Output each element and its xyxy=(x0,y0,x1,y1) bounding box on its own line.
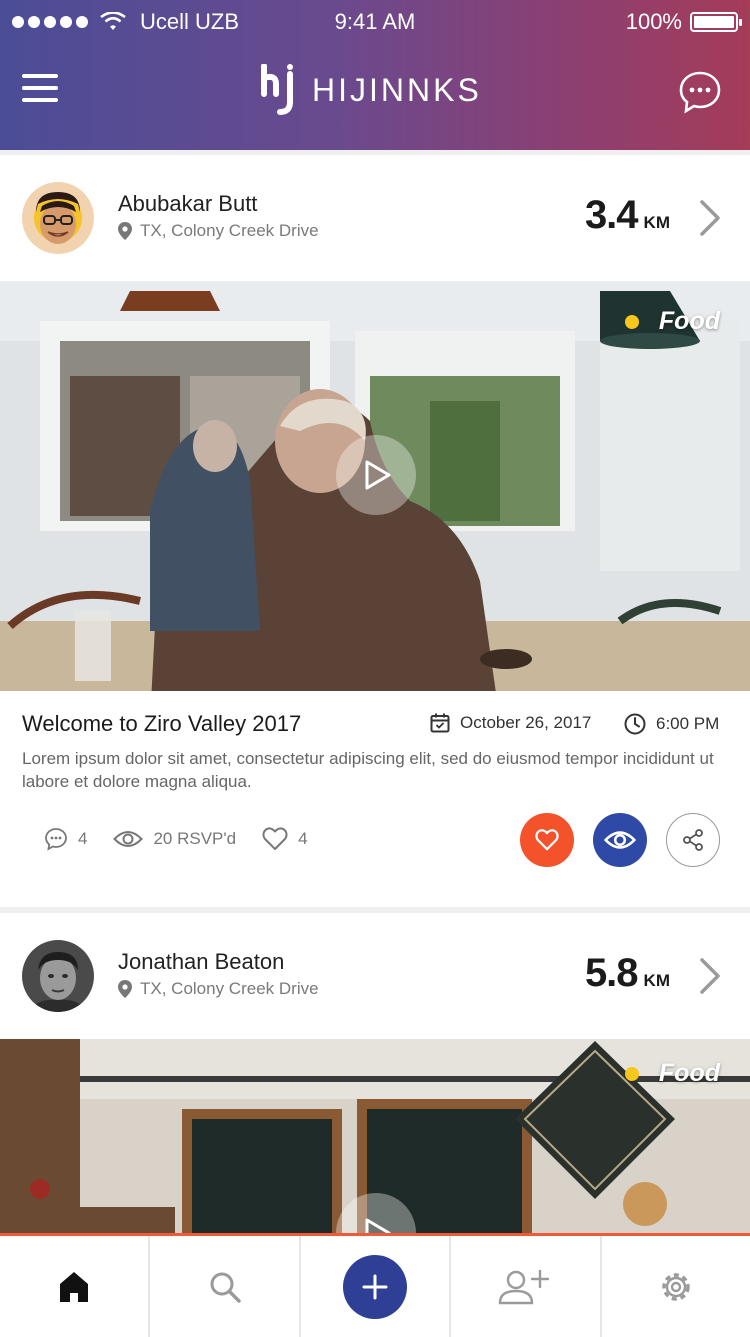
settings-icon xyxy=(662,1272,690,1301)
tab-add-user[interactable] xyxy=(451,1236,602,1337)
watch-button[interactable] xyxy=(593,813,647,867)
comments-count: 4 xyxy=(78,829,88,848)
chevron-right-icon[interactable] xyxy=(698,957,722,995)
bottom-tab-bar xyxy=(0,1233,750,1337)
location-text: TX, Colony Creek Drive xyxy=(140,979,319,998)
play-icon xyxy=(365,460,391,490)
nav-bar: HIJINNKS xyxy=(0,52,750,132)
rsvp-count: 20 RSVP'd xyxy=(153,829,237,848)
user-location: TX, Colony Creek Drive xyxy=(118,979,319,999)
event-image[interactable]: Food xyxy=(0,1039,750,1239)
event-title[interactable]: Welcome to Ziro Valley 2017 xyxy=(22,711,301,737)
event-time-text: 6:00 PM xyxy=(656,714,720,733)
comments-stat[interactable]: 4 xyxy=(44,827,87,851)
avatar[interactable] xyxy=(22,182,94,254)
event-date: October 26, 2017 xyxy=(430,713,591,733)
add-button[interactable] xyxy=(343,1254,408,1319)
distance-value: 5.8 xyxy=(584,951,639,995)
event-stats: 4 20 RSVP'd 4 xyxy=(44,827,334,851)
card-user-row[interactable]: Abubakar Butt TX, Colony Creek Drive 3.4… xyxy=(0,155,750,281)
distance: 3.4 KM xyxy=(585,193,670,238)
category-dot xyxy=(624,1066,639,1081)
brand-name: HIJINNKS xyxy=(312,71,482,108)
search-icon xyxy=(210,1272,241,1303)
add-icon xyxy=(362,1274,388,1299)
category-tag: Food xyxy=(624,307,720,336)
event-feed: Abubakar Butt TX, Colony Creek Drive 3.4… xyxy=(0,150,750,1239)
user-location: TX, Colony Creek Drive xyxy=(118,221,319,241)
distance-value: 3.4 xyxy=(584,193,639,237)
home-icon xyxy=(60,1271,89,1302)
clock-icon xyxy=(624,713,646,735)
location-pin-icon xyxy=(118,222,132,240)
eye-icon xyxy=(604,831,636,849)
battery-icon xyxy=(690,12,742,32)
chevron-right-icon[interactable] xyxy=(698,199,722,237)
app-header: Ucell UZB 9:41 AM 100% HIJINNKS xyxy=(0,0,750,150)
likes-stat[interactable]: 4 xyxy=(262,827,308,851)
event-image[interactable]: Food xyxy=(0,281,750,691)
distance-unit: KM xyxy=(643,971,670,990)
user-name[interactable]: Abubakar Butt xyxy=(118,191,257,217)
status-right: 100% xyxy=(625,9,742,35)
eye-icon xyxy=(113,831,144,847)
add-user-icon xyxy=(499,1269,550,1304)
share-icon xyxy=(683,829,703,851)
brand-logo: HIJINNKS xyxy=(260,64,482,116)
logo-mark-icon xyxy=(261,64,293,115)
chat-bubble-icon[interactable] xyxy=(678,70,722,114)
category-label: Food xyxy=(658,1059,720,1087)
event-date-text: October 26, 2017 xyxy=(460,713,592,732)
event-card: Abubakar Butt TX, Colony Creek Drive 3.4… xyxy=(0,155,750,907)
category-tag: Food xyxy=(624,1059,720,1088)
heart-icon xyxy=(535,829,559,851)
tab-search[interactable] xyxy=(150,1236,301,1337)
event-description: Lorem ipsum dolor sit amet, consectetur … xyxy=(22,749,714,791)
event-actions xyxy=(520,813,720,867)
user-name[interactable]: Jonathan Beaton xyxy=(118,949,284,975)
distance-unit: KM xyxy=(643,213,670,232)
rsvp-stat[interactable]: 20 RSVP'd xyxy=(113,829,236,849)
tab-add[interactable] xyxy=(301,1236,452,1337)
location-text: TX, Colony Creek Drive xyxy=(140,221,319,240)
hamburger-menu-icon[interactable] xyxy=(22,74,58,104)
location-pin-icon xyxy=(118,980,132,998)
tab-settings[interactable] xyxy=(602,1236,750,1337)
likes-count: 4 xyxy=(298,829,308,848)
like-button[interactable] xyxy=(520,813,574,867)
battery-percent: 100% xyxy=(625,9,682,34)
play-button[interactable] xyxy=(336,435,416,515)
distance: 5.8 KM xyxy=(585,951,670,996)
avatar[interactable] xyxy=(22,940,94,1012)
heart-icon xyxy=(262,827,288,850)
calendar-icon xyxy=(430,713,450,733)
tab-home[interactable] xyxy=(0,1236,151,1337)
share-button[interactable] xyxy=(666,813,720,867)
status-bar: Ucell UZB 9:41 AM 100% xyxy=(0,0,750,44)
comment-icon xyxy=(45,828,67,851)
event-time: 6:00 PM xyxy=(624,713,719,735)
event-card: Jonathan Beaton TX, Colony Creek Drive 5… xyxy=(0,913,750,1239)
category-label: Food xyxy=(658,307,720,335)
category-dot xyxy=(624,314,639,329)
event-details: Welcome to Ziro Valley 2017 October 26, … xyxy=(0,691,750,907)
card-user-row[interactable]: Jonathan Beaton TX, Colony Creek Drive 5… xyxy=(0,913,750,1039)
